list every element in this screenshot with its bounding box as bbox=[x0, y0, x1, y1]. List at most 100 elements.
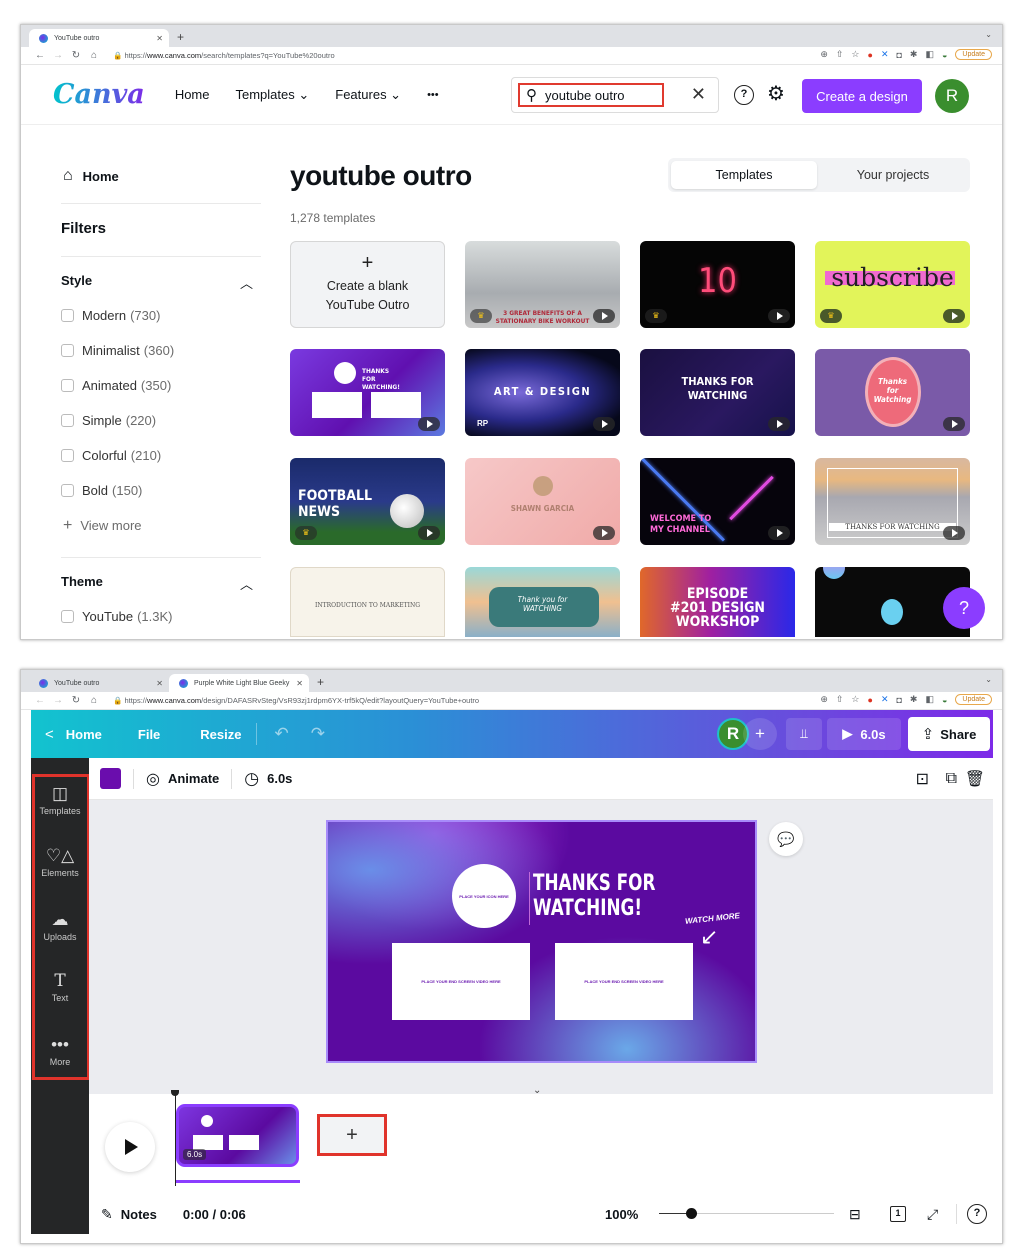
play-icon[interactable] bbox=[943, 417, 965, 431]
help-fab-button[interactable]: ? bbox=[943, 587, 985, 629]
checkbox[interactable] bbox=[61, 379, 74, 392]
bookmark-star-icon[interactable]: ☆ bbox=[851, 49, 859, 60]
add-comment-icon[interactable]: 💬 bbox=[769, 822, 803, 856]
share-icon[interactable]: ⇧ bbox=[836, 49, 844, 60]
play-icon[interactable] bbox=[593, 309, 615, 323]
style-option-simple[interactable]: Simple (220) bbox=[61, 403, 261, 438]
play-icon[interactable] bbox=[418, 417, 440, 431]
checkbox[interactable] bbox=[61, 484, 74, 497]
profile-extension-icon[interactable]: ◒ bbox=[942, 50, 947, 60]
profile-extension-icon[interactable]: ◒ bbox=[942, 695, 947, 705]
x-extension-icon[interactable]: ✕ bbox=[881, 49, 889, 60]
new-tab-button[interactable]: + bbox=[177, 30, 184, 44]
canva-logo[interactable]: Canva bbox=[53, 79, 145, 110]
create-design-button[interactable]: Create a design bbox=[802, 79, 922, 113]
add-collaborator-button[interactable]: + bbox=[743, 718, 777, 750]
sidepanel-icon[interactable]: ◧ bbox=[925, 694, 934, 705]
home-icon[interactable]: ⌂ bbox=[85, 50, 103, 61]
template-card[interactable]: SHAWN GARCIA bbox=[465, 458, 620, 545]
template-card[interactable]: 10 ♛ bbox=[640, 241, 795, 328]
zoom-slider-knob[interactable] bbox=[685, 1208, 697, 1219]
template-card[interactable]: THANKS FOR WATCHING bbox=[815, 458, 970, 545]
theme-option-youtube[interactable]: YouTube (1.3K) bbox=[61, 599, 261, 634]
template-card[interactable]: Thanks for Watching bbox=[815, 349, 970, 436]
pages-count-icon[interactable]: 1 bbox=[890, 1206, 906, 1222]
tab-search-chevron-icon[interactable]: ⌄ bbox=[985, 30, 992, 39]
tab-search-chevron-icon[interactable]: ⌄ bbox=[985, 675, 992, 684]
play-icon[interactable] bbox=[418, 526, 440, 540]
share-button[interactable]: ⇪ Share bbox=[908, 717, 990, 751]
nav-home[interactable]: Home bbox=[175, 87, 210, 102]
template-card[interactable]: EPISODE #201 DESIGN WORKSHOP bbox=[640, 567, 795, 637]
duration-button[interactable]: 6.0s bbox=[267, 771, 292, 786]
url-field[interactable]: 🔒 https://www.canva.com/search/templates… bbox=[113, 51, 335, 60]
play-icon[interactable] bbox=[768, 309, 790, 323]
editor-home-button[interactable]: Home bbox=[66, 727, 102, 742]
template-card[interactable]: 3 GREAT BENEFITS OF A STATIONARY BIKE WO… bbox=[465, 241, 620, 328]
opera-extension-icon[interactable]: ● bbox=[868, 50, 873, 60]
zoom-icon[interactable]: ⊕ bbox=[820, 694, 828, 705]
chevron-left-icon[interactable]: < bbox=[45, 726, 54, 743]
chevron-up-icon[interactable]: ︿ bbox=[240, 574, 253, 593]
template-card[interactable]: FOOTBALL NEWS ♛ bbox=[290, 458, 445, 545]
template-card[interactable]: THANKS FOR WATCHING! bbox=[290, 349, 445, 436]
x-extension-icon[interactable]: ✕ bbox=[881, 694, 889, 705]
resize-button[interactable]: Resize bbox=[200, 727, 241, 742]
end-screen-video-placeholder[interactable]: PLACE YOUR END SCREEN VIDEO HERE bbox=[392, 943, 530, 1020]
clock-icon[interactable]: ◷ bbox=[244, 769, 259, 789]
play-icon[interactable] bbox=[768, 526, 790, 540]
end-screen-video-placeholder[interactable]: PLACE YOUR END SCREEN VIDEO HERE bbox=[555, 943, 693, 1020]
checkbox[interactable] bbox=[61, 344, 74, 357]
bookmark-star-icon[interactable]: ☆ bbox=[851, 694, 859, 705]
insights-chart-icon[interactable]: ⫫ bbox=[786, 718, 822, 750]
animate-button[interactable]: Animate bbox=[168, 771, 219, 786]
close-tab-icon[interactable]: ✕ bbox=[296, 679, 303, 688]
present-play-button[interactable]: ▶ 6.0s bbox=[827, 718, 901, 750]
checkbox[interactable] bbox=[61, 309, 74, 322]
reload-icon[interactable]: ↻ bbox=[67, 695, 85, 706]
nav-templates[interactable]: Templates ⌄ bbox=[236, 87, 310, 103]
puzzle-extensions-icon[interactable]: ✱ bbox=[910, 694, 918, 705]
template-card[interactable]: INTRODUCTION TO MARKETING bbox=[290, 567, 445, 637]
background-color-swatch[interactable] bbox=[100, 768, 121, 789]
style-option-minimalist[interactable]: Minimalist (360) bbox=[61, 333, 261, 368]
add-page-icon[interactable]: ⊡ bbox=[916, 769, 929, 789]
close-tab-icon[interactable]: ✕ bbox=[156, 679, 163, 688]
template-card[interactable]: ART & DESIGN RP bbox=[465, 349, 620, 436]
checkbox[interactable] bbox=[61, 610, 74, 623]
sidepanel-icon[interactable]: ◧ bbox=[925, 49, 934, 60]
play-icon[interactable] bbox=[768, 417, 790, 431]
view-more-link[interactable]: + View more bbox=[61, 508, 261, 543]
home-icon[interactable]: ⌂ bbox=[85, 695, 103, 706]
settings-gear-icon[interactable]: ⚙ bbox=[767, 81, 785, 106]
duplicate-page-icon[interactable]: ⧉ bbox=[946, 770, 957, 788]
update-button[interactable]: Update bbox=[955, 49, 992, 60]
nav-more[interactable]: ••• bbox=[427, 89, 439, 101]
checkbox[interactable] bbox=[61, 414, 74, 427]
template-card[interactable]: THANKS FOR WATCHING bbox=[640, 349, 795, 436]
grid-view-icon[interactable]: ⊟ bbox=[849, 1206, 861, 1223]
zoom-level[interactable]: 100% bbox=[605, 1207, 638, 1222]
undo-icon[interactable]: ↶ bbox=[275, 724, 289, 744]
theme-section-header[interactable]: Theme ︿ bbox=[61, 574, 261, 593]
style-option-colorful[interactable]: Colorful (210) bbox=[61, 438, 261, 473]
clear-search-icon[interactable]: ✕ bbox=[691, 84, 706, 105]
notes-button[interactable]: Notes bbox=[121, 1207, 157, 1222]
camera-extension-icon[interactable]: ◘ bbox=[896, 695, 901, 705]
update-button[interactable]: Update bbox=[955, 694, 992, 705]
zoom-slider[interactable] bbox=[659, 1208, 834, 1219]
user-avatar[interactable]: R bbox=[935, 79, 969, 113]
notes-icon[interactable]: ✎ bbox=[101, 1206, 113, 1223]
add-page-button[interactable]: + bbox=[317, 1114, 387, 1156]
new-tab-button[interactable]: + bbox=[317, 675, 324, 689]
help-icon[interactable]: ? bbox=[734, 85, 754, 105]
tab-your-projects[interactable]: Your projects bbox=[820, 161, 966, 189]
redo-icon[interactable]: ↷ bbox=[311, 724, 325, 744]
back-icon[interactable]: ← bbox=[31, 695, 49, 706]
playhead-handle[interactable] bbox=[171, 1090, 179, 1096]
play-icon[interactable] bbox=[593, 526, 615, 540]
style-section-header[interactable]: Style ︿ bbox=[61, 273, 261, 292]
forward-icon[interactable]: → bbox=[49, 50, 67, 61]
fullscreen-expand-icon[interactable]: ⤢ bbox=[927, 1206, 938, 1223]
reload-icon[interactable]: ↻ bbox=[67, 50, 85, 61]
